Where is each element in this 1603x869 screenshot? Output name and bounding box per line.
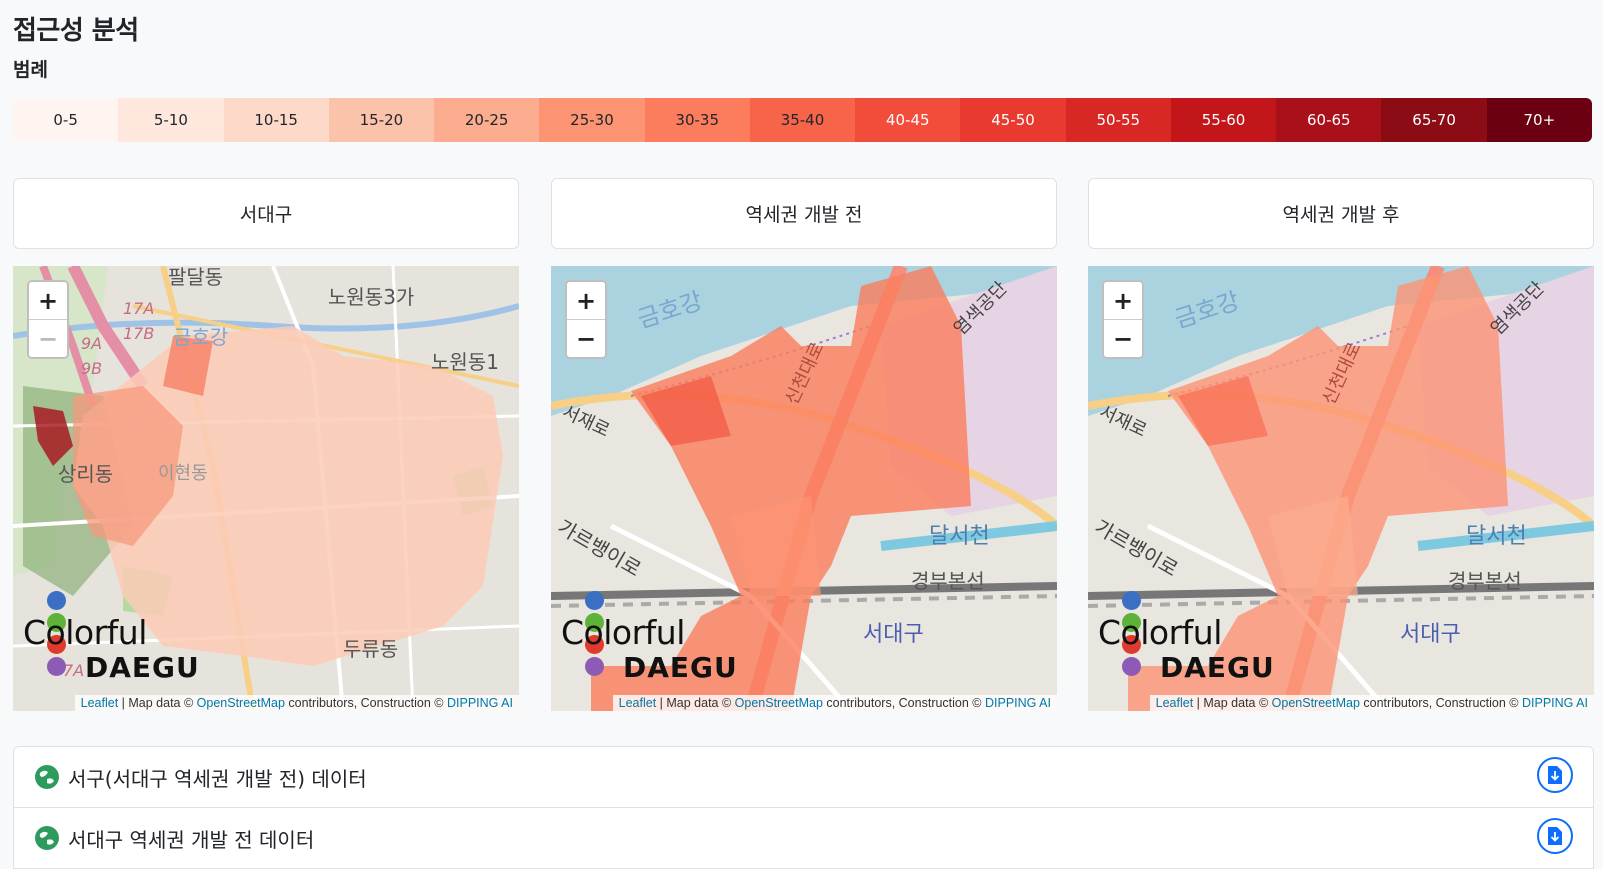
map-attribution: Leaflet | Map data © OpenStreetMap contr… — [74, 695, 519, 711]
zoom-out-button[interactable]: − — [1104, 320, 1142, 357]
zoom-in-button[interactable]: + — [29, 282, 67, 320]
dataset-label: 서구(서대구 역세권 개발 전) 데이터 — [68, 766, 367, 791]
osm-link[interactable]: OpenStreetMap — [1272, 696, 1360, 710]
zoom-out-button[interactable]: − — [567, 320, 605, 357]
map-label: 두류동 — [343, 637, 398, 661]
legend-cell: 10-15 — [223, 98, 329, 142]
legend-cell: 5-10 — [118, 98, 224, 142]
dipping-ai-link[interactable]: DIPPING AI — [1522, 696, 1588, 710]
leaflet-link[interactable]: Leaflet — [81, 696, 119, 710]
logo-colorful-text: Colorful — [561, 613, 685, 652]
panel-button-before[interactable]: 역세권 개발 전 — [551, 178, 1057, 249]
legend-cell: 40-45 — [855, 98, 961, 142]
legend-cell: 65-70 — [1381, 98, 1487, 142]
dipping-ai-link[interactable]: DIPPING AI — [447, 696, 513, 710]
osm-link[interactable]: OpenStreetMap — [735, 696, 823, 710]
map-label: 달서천 — [929, 524, 990, 549]
logo-daegu-text: DAEGU — [623, 651, 738, 684]
colorful-daegu-logo: Colorful DAEGU — [1098, 591, 1278, 684]
map-label: 염색공단 — [1487, 278, 1549, 340]
map-label: 팔달동 — [168, 266, 223, 289]
zoom-control: + − — [565, 280, 607, 359]
legend-cell: 20-25 — [434, 98, 540, 142]
map-label: 금호강 — [634, 287, 706, 334]
zoom-control: + − — [27, 280, 69, 359]
map-label: 가르뱅이로 — [1091, 515, 1183, 582]
download-button[interactable] — [1537, 818, 1573, 854]
map-label: 경부본선 — [911, 569, 985, 593]
map-label: 신천대로 — [781, 339, 828, 408]
map-seodaegu[interactable]: 팔달동 노원동3가 노원동1 상리동 이현동 두류동 금호강 17A 17B 9… — [13, 266, 519, 711]
map-label: 금호강 — [1171, 287, 1243, 334]
zoom-out-button[interactable]: − — [29, 320, 67, 357]
logo-daegu-text: DAEGU — [85, 651, 200, 684]
map-label: 금호강 — [173, 325, 228, 349]
zoom-control: + − — [1102, 280, 1144, 359]
panel-button-after[interactable]: 역세권 개발 후 — [1088, 178, 1594, 249]
map-label: 달서천 — [1466, 524, 1527, 549]
logo-daegu-text: DAEGU — [1160, 651, 1275, 684]
map-label: 9A — [81, 334, 102, 353]
legend-cell: 70+ — [1486, 98, 1592, 142]
legend-cell: 55-60 — [1170, 98, 1277, 142]
map-label: 17B — [123, 324, 154, 343]
dataset-row[interactable]: 서대구 역세권 개발 전 데이터 — [14, 808, 1593, 868]
map-attribution: Leaflet | Map data © OpenStreetMap contr… — [612, 695, 1057, 711]
map-attribution: Leaflet | Map data © OpenStreetMap contr… — [1149, 695, 1594, 711]
dataset-row[interactable]: 서구(서대구 역세권 개발 전) 데이터 — [14, 747, 1593, 808]
map-label: 9B — [81, 359, 102, 378]
legend-cell: 0-5 — [13, 98, 119, 142]
map-label: 서대구 — [1400, 622, 1461, 647]
file-download-icon — [1548, 766, 1562, 784]
legend-cell: 25-30 — [539, 98, 645, 142]
map-label: 서대구 — [863, 622, 924, 647]
legend-cell: 50-55 — [1065, 98, 1171, 142]
map-label: 상리동 — [58, 462, 113, 486]
dataset-list: 서구(서대구 역세권 개발 전) 데이터 서대구 역세권 개발 전 데이터 — [13, 746, 1594, 869]
map-label: 이현동 — [158, 463, 208, 484]
globe-icon — [35, 765, 59, 789]
map-label: 가르뱅이로 — [554, 515, 646, 582]
map-label: 서재로 — [1096, 401, 1150, 441]
map-label: 노원동3가 — [328, 285, 414, 309]
map-label: 경부본선 — [1448, 569, 1522, 593]
dipping-ai-link[interactable]: DIPPING AI — [985, 696, 1051, 710]
zoom-in-button[interactable]: + — [1104, 282, 1142, 320]
osm-link[interactable]: OpenStreetMap — [197, 696, 285, 710]
map-label: 염색공단 — [950, 278, 1012, 340]
colorful-daegu-logo: Colorful DAEGU — [561, 591, 741, 684]
legend-bar: 0-5 5-10 10-15 15-20 20-25 25-30 30-35 35-40 40-… — [13, 98, 1592, 142]
legend-title: 범례 — [13, 59, 48, 81]
legend-cell: 30-35 — [644, 98, 750, 142]
leaflet-link[interactable]: Leaflet — [1156, 696, 1194, 710]
colorful-daegu-logo: Colorful DAEGU — [23, 591, 203, 684]
legend-cell: 35-40 — [749, 98, 856, 142]
map-before[interactable]: 금호강 서재로 달서천 경부본선 서대구 가르뱅이로 염색공단 신천대로 + −… — [551, 266, 1057, 711]
download-button[interactable] — [1537, 757, 1573, 793]
legend-cell: 60-65 — [1276, 98, 1382, 142]
zoom-in-button[interactable]: + — [567, 282, 605, 320]
dataset-label: 서대구 역세권 개발 전 데이터 — [68, 827, 315, 852]
map-label: 신천대로 — [1318, 339, 1365, 408]
leaflet-link[interactable]: Leaflet — [619, 696, 657, 710]
map-after[interactable]: 금호강 서재로 달서천 경부본선 서대구 가르뱅이로 염색공단 신천대로 + −… — [1088, 266, 1594, 711]
globe-icon — [35, 826, 59, 850]
legend-cell: 15-20 — [328, 98, 435, 142]
map-label: 17A — [123, 299, 154, 318]
map-label: 서재로 — [559, 401, 613, 441]
panel-button-seodaegu[interactable]: 서대구 — [13, 178, 519, 249]
page-title: 접근성 분석 — [13, 16, 139, 46]
logo-colorful-text: Colorful — [1098, 613, 1222, 652]
logo-colorful-text: Colorful — [23, 613, 147, 652]
legend-cell: 45-50 — [960, 98, 1066, 142]
map-label: 노원동1 — [431, 350, 499, 374]
file-download-icon — [1548, 827, 1562, 845]
